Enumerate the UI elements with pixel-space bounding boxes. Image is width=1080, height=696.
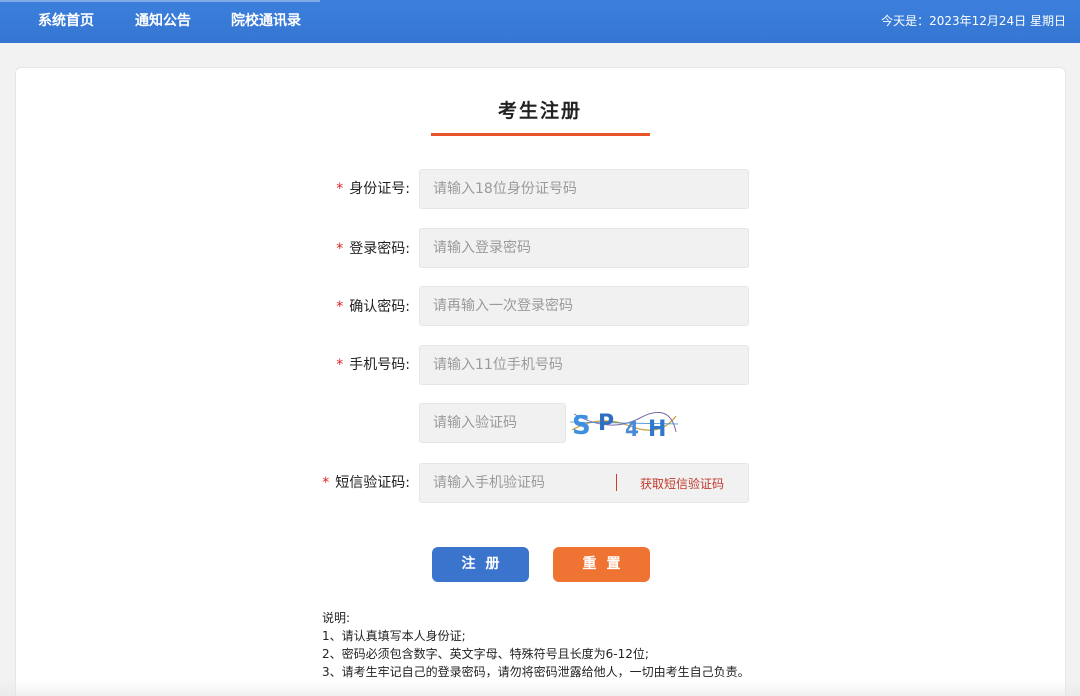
current-date: 今天是：2023年12月24日 星期日 (881, 14, 1066, 28)
phone-input[interactable] (420, 346, 748, 384)
password-label: * 登录密码: (210, 241, 410, 258)
required-mark: * (336, 181, 344, 197)
register-button[interactable]: 注册 (432, 547, 529, 582)
password-input[interactable] (420, 229, 748, 267)
phone-label-text: 手机号码: (349, 357, 410, 373)
required-mark: * (336, 357, 344, 373)
instruction-line: 1、请认真填写本人身份证; (322, 629, 466, 643)
nav-notices[interactable]: 通知公告 (135, 13, 191, 30)
confirm-password-field-box (419, 286, 749, 326)
get-sms-code-button[interactable]: 获取短信验证码 (640, 475, 724, 492)
required-mark: * (336, 299, 344, 315)
required-mark: * (336, 241, 344, 257)
title-underline (431, 133, 650, 136)
instructions: 说明: 1、请认真填写本人身份证; 2、密码必须包含数字、英文字母、特殊符号且长… (322, 609, 750, 681)
instructions-heading: 说明: (322, 611, 351, 625)
captcha-input[interactable] (420, 404, 565, 442)
id-number-input[interactable] (420, 170, 748, 208)
captcha-char: 4 (625, 417, 639, 440)
sms-code-label: * 短信验证码: (210, 475, 410, 492)
sms-code-label-text: 短信验证码: (335, 475, 410, 491)
phone-field-box (419, 345, 749, 385)
instruction-line: 2、密码必须包含数字、英文字母、特殊符号且长度为6-12位; (322, 647, 649, 661)
captcha-char: S (572, 411, 591, 440)
top-navbar: 系统首页 通知公告 院校通讯录 今天是：2023年12月24日 星期日 (0, 0, 1080, 43)
sms-code-input[interactable] (420, 464, 610, 502)
nav-school-directory[interactable]: 院校通讯录 (231, 13, 301, 30)
captcha-field-box (419, 403, 566, 443)
bottom-shadow (0, 680, 1080, 696)
confirm-password-input[interactable] (420, 287, 748, 325)
instruction-line: 3、请考生牢记自己的登录密码，请勿将密码泄露给他人，一切由考生自己负责。 (322, 665, 750, 679)
password-label-text: 登录密码: (349, 241, 410, 257)
phone-label: * 手机号码: (210, 357, 410, 374)
captcha-char: H (648, 417, 666, 440)
confirm-password-label: * 确认密码: (210, 299, 410, 316)
id-number-field-box (419, 169, 749, 209)
password-field-box (419, 228, 749, 268)
nav-home[interactable]: 系统首页 (38, 13, 94, 30)
page-title: 考生注册 (497, 100, 582, 122)
confirm-password-label-text: 确认密码: (349, 299, 410, 315)
reset-button[interactable]: 重置 (553, 547, 650, 582)
captcha-image[interactable]: S P 4 H (570, 404, 678, 440)
id-number-label: * 身份证号: (210, 181, 410, 198)
required-mark: * (322, 475, 330, 491)
captcha-char: P (598, 411, 614, 436)
id-number-label-text: 身份证号: (349, 181, 410, 197)
nav-highlight-line (0, 0, 320, 2)
sms-divider (616, 474, 617, 491)
